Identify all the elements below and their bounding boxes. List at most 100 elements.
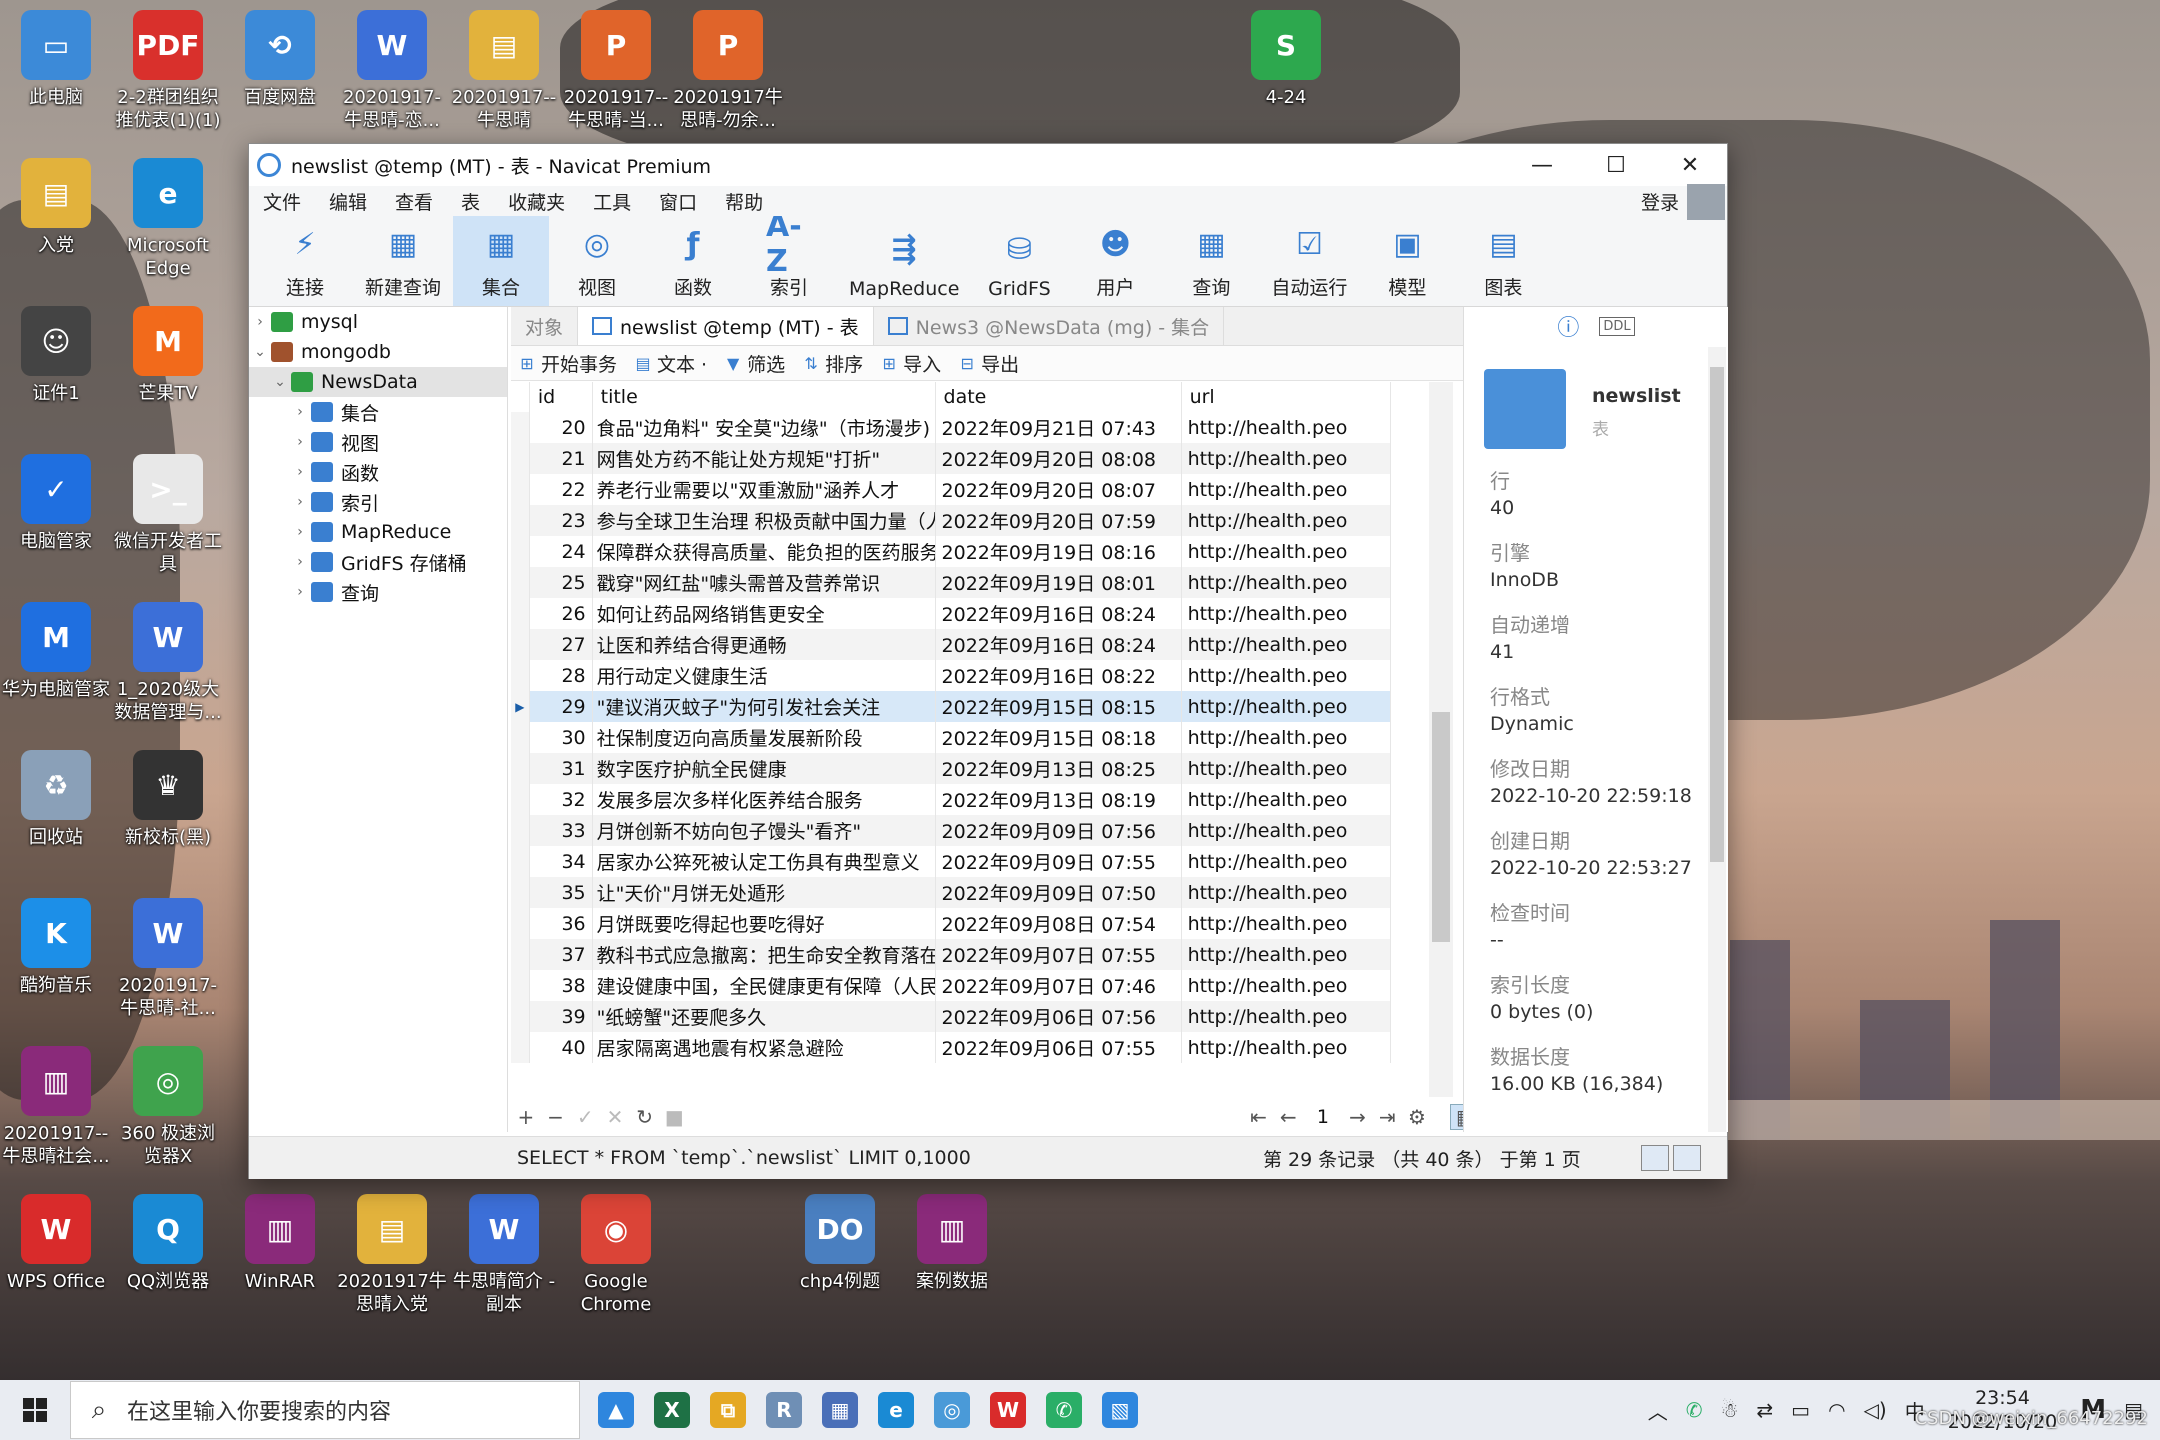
table-cell[interactable]: http://health.peo [1181,784,1392,815]
table-row[interactable]: 21 网售处方药不能让处方规矩"打折" 2022年09月20日 08:08 http:… [511,443,1392,474]
desktop-icon[interactable]: ♛ 新校标(黑) [112,750,224,849]
desktop-icon[interactable]: ♻ 回收站 [0,750,112,849]
table-row[interactable]: 28 用行动定义健康生活 2022年09月16日 08:22 http://healt… [511,660,1392,691]
tree-node[interactable]: › 查询 [249,577,507,607]
table-cell[interactable]: 网售处方药不能让处方规矩"打折" [592,443,936,474]
table-cell[interactable]: http://health.peo [1181,970,1392,1001]
table-row[interactable]: 27 让医和养结合得更通畅 2022年09月16日 08:24 http://heal… [511,629,1392,660]
taskbar-app[interactable]: ⧉ [700,1380,756,1440]
table-cell[interactable]: http://health.peo [1181,753,1392,784]
table-row[interactable]: 25 戳穿"网红盐"噱头需普及营养常识 2022年09月19日 08:01 http:… [511,567,1392,598]
table-cell[interactable]: "纸螃蟹"还要爬多久 [592,1001,936,1032]
table-cell[interactable]: 31 [529,753,593,784]
row-indicator[interactable] [511,443,530,474]
table-row[interactable]: 31 数字医疗护航全民健康 2022年09月13日 08:25 http://heal… [511,753,1392,784]
row-indicator[interactable] [511,970,530,1001]
expand-arrow-icon[interactable]: › [289,524,311,540]
toolbar-button[interactable]: ⚡ 连接 [257,216,353,306]
row-indicator[interactable] [511,660,530,691]
tab[interactable]: 对象 [511,307,579,345]
wifi-icon[interactable]: ◠ [1819,1398,1854,1422]
table-cell[interactable]: http://health.peo [1181,722,1392,753]
toolbar-button[interactable]: ▦ 查询 [1163,216,1259,306]
toolbar-button[interactable]: ◎ 视图 [549,216,645,306]
table-cell[interactable]: 36 [529,908,593,939]
table-cell[interactable]: 34 [529,846,593,877]
table-row[interactable]: 26 如何让药品网络销售更安全 2022年09月16日 08:24 http://he… [511,598,1392,629]
table-toolbar-button[interactable]: ⇅ 排序 [795,350,873,377]
table-cell[interactable]: 发展多层次多样化医养结合服务 [592,784,936,815]
desktop-icon[interactable]: ◉ Google Chrome [560,1194,672,1316]
table-row[interactable]: 34 居家办公猝死被认定工伤具有典型意义 2022年09月09日 07:55 http… [511,846,1392,877]
toolbar-button[interactable]: ⛁ GridFS [971,216,1067,306]
table-cell[interactable]: 用行动定义健康生活 [592,660,936,691]
table-cell[interactable]: 2022年09月08日 07:54 [935,908,1182,939]
table-row[interactable]: 24 保障群众获得高质量、能负担的医药服务 2022年09月19日 08:16 htt… [511,536,1392,567]
desktop-icon[interactable]: ☺ 证件1 [0,306,112,405]
expand-arrow-icon[interactable]: › [289,494,311,510]
battery-icon[interactable]: ▭ [1782,1398,1819,1422]
desktop-icon[interactable]: ✓ 电脑管家 [0,454,112,553]
toggle-left-panel-icon[interactable] [1641,1145,1669,1171]
table-toolbar-button[interactable]: ⊞ 开始事务 [511,350,627,377]
table-cell[interactable]: 养老行业需要以"双重激励"涵养人才 [592,474,936,505]
table-cell[interactable]: 2022年09月20日 08:08 [935,443,1182,474]
tree-node[interactable]: ⌄ mongodb [249,337,507,367]
desktop-icon[interactable]: S 4-24 [1230,10,1342,109]
toolbar-button[interactable]: ▦ 新建查询 [353,216,453,306]
table-cell[interactable]: 2022年09月07日 07:55 [935,939,1182,970]
tree-node[interactable]: › 视图 [249,427,507,457]
info-icon[interactable]: ⓘ [1557,310,1579,342]
toolbar-button[interactable]: ▤ 图表 [1455,216,1551,306]
taskbar-app[interactable]: ▧ [1092,1380,1148,1440]
table-cell[interactable]: http://health.peo [1181,691,1392,722]
table-cell[interactable]: 24 [529,536,593,567]
table-cell[interactable]: http://health.peo [1181,598,1392,629]
table-cell[interactable]: 居家办公猝死被认定工伤具有典型意义 [592,846,936,877]
prev-page-button[interactable]: ← [1273,1105,1303,1129]
table-cell[interactable]: 月饼创新不妨向包子馒头"看齐" [592,815,936,846]
grid-vertical-scrollbar[interactable] [1429,382,1453,1097]
table-cell[interactable]: 32 [529,784,593,815]
toolbar-button[interactable]: ▣ 模型 [1359,216,1455,306]
toolbar-button[interactable]: ☑ 自动运行 [1259,216,1359,306]
table-row[interactable]: 33 月饼创新不妨向包子馒头"看齐" 2022年09月09日 07:56 http:/… [511,815,1392,846]
row-indicator[interactable] [511,939,530,970]
expand-arrow-icon[interactable]: › [289,434,311,450]
row-indicator[interactable] [511,784,530,815]
table-cell[interactable]: http://health.peo [1181,660,1392,691]
tab[interactable]: News3 @NewsData (mg) - 集合 [874,307,1225,345]
table-cell[interactable]: http://health.peo [1181,846,1392,877]
table-cell[interactable]: 2022年09月09日 07:50 [935,877,1182,908]
desktop-icon[interactable]: ◎ 360 极速浏览器X [112,1046,224,1168]
table-cell[interactable]: 2022年09月19日 08:16 [935,536,1182,567]
table-row[interactable]: 39 "纸螃蟹"还要爬多久 2022年09月06日 07:56 http://heal… [511,1001,1392,1032]
row-indicator[interactable] [511,598,530,629]
table-cell[interactable]: 21 [529,443,593,474]
row-indicator[interactable] [511,412,530,443]
discard-button[interactable]: ✕ [600,1105,630,1129]
table-cell[interactable]: http://health.peo [1181,877,1392,908]
page-number[interactable]: 1 [1303,1106,1343,1128]
menu-item[interactable]: 文件 [249,188,315,215]
scrollbar-thumb[interactable] [1432,712,1450,942]
login-link[interactable]: 登录 [1641,188,1679,215]
desktop-icon[interactable]: W 1_2020级大数据管理与... [112,602,224,724]
table-row[interactable]: 30 社保制度迈向高质量发展新阶段 2022年09月15日 08:18 http://… [511,722,1392,753]
taskbar-app[interactable]: X [644,1380,700,1440]
table-toolbar-button[interactable]: ▼ 筛选 [717,350,795,377]
table-cell[interactable]: http://health.peo [1181,1001,1392,1032]
table-cell[interactable]: 26 [529,598,593,629]
taskbar-search-box[interactable]: ⌕ 在这里输入你要搜索的内容 [70,1381,580,1439]
table-cell[interactable]: 2022年09月16日 08:22 [935,660,1182,691]
table-cell[interactable]: 33 [529,815,593,846]
menu-item[interactable]: 表 [447,188,494,215]
table-cell[interactable]: 28 [529,660,593,691]
taskbar-app[interactable]: W [980,1380,1036,1440]
table-cell[interactable]: 39 [529,1001,593,1032]
table-row[interactable]: 40 居家隔离遇地震有权紧急避险 2022年09月06日 07:55 http://h… [511,1032,1392,1063]
table-cell[interactable]: 2022年09月13日 08:19 [935,784,1182,815]
row-indicator[interactable] [511,505,530,536]
title-bar[interactable]: newslist @temp (MT) - 表 - Navicat Premiu… [249,144,1727,186]
taskbar-app[interactable]: ◎ [924,1380,980,1440]
